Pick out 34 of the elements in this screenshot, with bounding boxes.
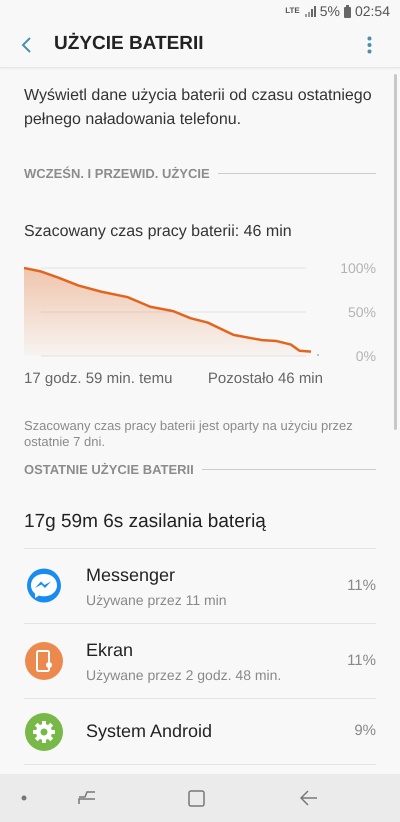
battery-percent: 5% (320, 2, 340, 20)
axis-label: 50% (348, 304, 376, 320)
usage-percent: 11% (347, 650, 376, 671)
total-time-text: 17g 59m 6s zasilania baterią (24, 508, 376, 549)
axis-label: 100% (340, 262, 376, 276)
app-name: Ekran (86, 638, 134, 662)
section-header: OSTATNIE UŻYCIE BATERII (24, 461, 194, 479)
back-arrow-icon[interactable] (300, 790, 318, 806)
page-title: UŻYCIE BATERII (54, 32, 205, 56)
app-row[interactable]: Ekran Używane przez 2 godz. 48 min. 11% (24, 624, 376, 699)
recent-apps-icon[interactable] (78, 791, 96, 805)
clock: 02:54 (354, 2, 390, 20)
back-icon[interactable] (20, 36, 32, 54)
estimate-text: Szacowany czas pracy baterii: 46 min (24, 222, 293, 242)
app-usage-text: Używane przez 11 min (86, 590, 228, 610)
network-label: LTE (285, 7, 300, 15)
app-row[interactable]: System Android 9% (24, 699, 376, 765)
description-text: Wyświetl dane użycia baterii od czasu ostatniego pełnego naładowania telefonu. (24, 86, 373, 130)
signal-icon (304, 6, 316, 16)
more-options-icon[interactable] (367, 36, 372, 54)
home-icon[interactable] (188, 790, 205, 806)
usage-percent: 11% (347, 576, 376, 596)
time-label: 17 godz. 59 min. temu (24, 368, 172, 388)
app-name: Messenger (86, 564, 176, 587)
usage-percent: 9% (354, 721, 376, 742)
axis-label: 0% (356, 348, 376, 362)
battery-icon (344, 4, 351, 18)
dot-icon[interactable] (21, 795, 27, 801)
app-row[interactable]: Messenger Używane przez 11 min 11% (24, 549, 376, 624)
app-name: System Android (86, 720, 214, 743)
app-usage-text: Używane przez 2 godz. 48 min. (86, 666, 282, 685)
time-label: Pozostało 46 min (208, 368, 323, 388)
note-text: Szacowany czas pracy baterii jest oparty na użyciu przez ostatnie 7 dni. (24, 418, 354, 450)
section-header: WCZEŚN. I PRZEWID. UŻYCIE (24, 165, 210, 183)
